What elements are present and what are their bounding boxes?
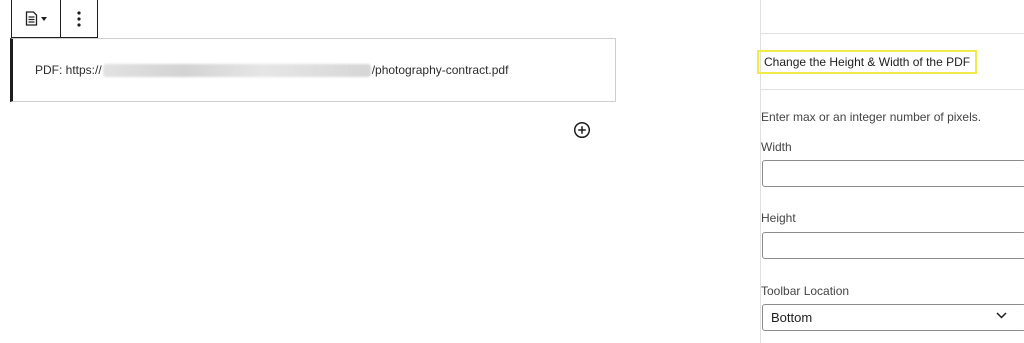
plus-circle-icon xyxy=(573,121,591,139)
more-options-button[interactable] xyxy=(61,0,97,37)
editor-canvas: PDF: https:// /photography-contract.pdf xyxy=(0,0,760,343)
sidebar-header xyxy=(761,0,1024,34)
sidebar-divider xyxy=(761,89,1024,90)
more-vertical-icon xyxy=(77,10,81,27)
toolbar-location-value: Bottom xyxy=(771,310,813,325)
pdf-url-suffix: /photography-contract.pdf xyxy=(371,63,509,77)
document-icon xyxy=(25,11,38,26)
width-input[interactable] xyxy=(762,160,1024,187)
pdf-block[interactable]: PDF: https:// /photography-contract.pdf xyxy=(10,38,616,102)
toolbar-location-label: Toolbar Location xyxy=(761,284,850,298)
width-label: Width xyxy=(761,140,792,154)
chevron-down-icon xyxy=(996,312,1007,319)
help-text: Enter max or an integer number of pixels… xyxy=(761,110,982,124)
toolbar-location-select[interactable]: Bottom xyxy=(762,304,1024,331)
height-input[interactable] xyxy=(762,232,1024,259)
caret-down-icon xyxy=(41,16,47,21)
block-toolbar xyxy=(11,0,98,38)
block-type-button[interactable] xyxy=(12,0,61,37)
settings-sidebar: Change the Height & Width of the PDF Ent… xyxy=(757,0,1024,343)
panel-title-size[interactable]: Change the Height & Width of the PDF xyxy=(757,50,978,74)
height-label: Height xyxy=(761,211,796,225)
add-block-button[interactable] xyxy=(573,121,591,139)
pdf-url-prefix: PDF: https:// xyxy=(35,63,102,77)
redacted-domain xyxy=(102,63,371,77)
